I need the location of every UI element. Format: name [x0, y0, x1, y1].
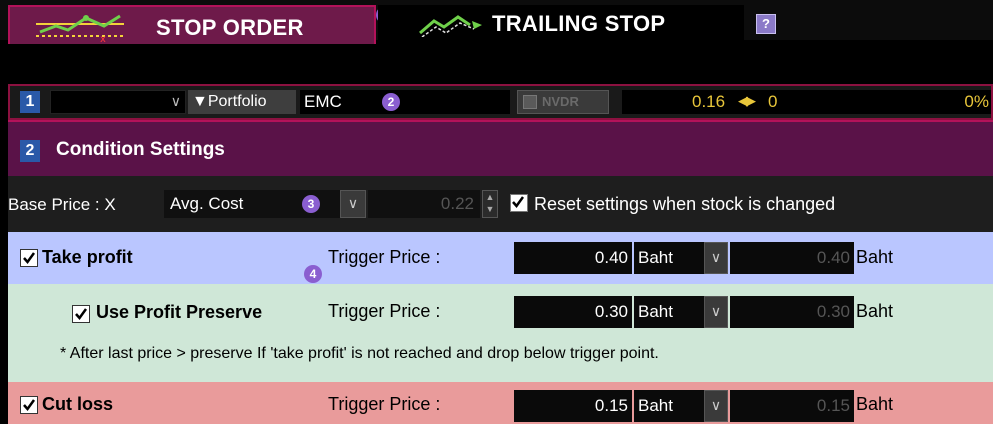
cut-loss-row: Cut loss Trigger Price : 0.15 Baht ∨ 0.1…: [8, 382, 993, 424]
tab-bar: x STOP ORDER 1 TRAILING STOP ?: [0, 0, 993, 44]
take-profit-row: Take profit Trigger Price : 0.40 Baht ∨ …: [8, 232, 993, 284]
quote-panel: 0.16 ◀▶ 0 0%: [622, 90, 991, 114]
section-number-2: 2: [20, 140, 40, 162]
chevron-down-icon: ∨: [170, 93, 181, 109]
trailing-stop-chart-icon: [419, 15, 482, 37]
percent-change: 0%: [964, 92, 989, 111]
tab-trailing-stop-label: TRAILING STOP: [492, 11, 666, 36]
cut-loss-unit-select[interactable]: Baht: [634, 390, 704, 422]
cut-loss-result-unit: Baht: [856, 394, 894, 414]
take-profit-price-input[interactable]: 0.40: [514, 242, 632, 274]
nvdr-toggle[interactable]: NVDR: [517, 90, 609, 114]
guide-badge-4: 4: [304, 265, 322, 283]
base-price-value[interactable]: 0.22: [368, 190, 480, 218]
stock-bar-inner: 1 ∨ ▼Portfolio EMC 2 NVDR 0.16 ◀▶ 0 0%: [10, 86, 991, 118]
reset-settings-label: Reset settings when stock is changed: [534, 194, 836, 214]
tab-stop-order[interactable]: x STOP ORDER: [8, 5, 376, 44]
cut-loss-trigger-label: Trigger Price :: [328, 394, 441, 414]
checkmark-icon: [23, 399, 36, 412]
stock-bar: 1 ∨ ▼Portfolio EMC 2 NVDR 0.16 ◀▶ 0 0%: [8, 84, 993, 120]
take-profit-checkbox[interactable]: [20, 249, 38, 267]
profit-preserve-note: * After last price > preserve If 'take p…: [60, 345, 659, 362]
condition-settings-title: Condition Settings: [56, 139, 225, 160]
profit-preserve-unit-select[interactable]: Baht: [634, 296, 704, 328]
guide-badge-3: 3: [302, 195, 320, 213]
cut-loss-label: Cut loss: [42, 394, 114, 414]
base-price-dropdown-button[interactable]: ∨: [340, 190, 366, 218]
profit-preserve-row: Use Profit Preserve Trigger Price : 0.30…: [8, 284, 993, 382]
take-profit-result-unit: Baht: [856, 247, 894, 267]
base-price-spinner[interactable]: ▲ ▼: [482, 190, 498, 218]
last-price: 0.16: [692, 92, 726, 111]
profit-preserve-price-input[interactable]: 0.30: [514, 296, 632, 328]
section-number-1: 1: [20, 91, 40, 113]
checkmark-icon: [23, 252, 36, 265]
take-profit-label: Take profit: [42, 247, 133, 267]
tab-trailing-stop[interactable]: TRAILING STOP: [378, 5, 744, 42]
checkmark-icon: [75, 308, 88, 321]
unchanged-arrows-icon: ◀▶: [738, 93, 756, 108]
portfolio-button[interactable]: ▼Portfolio: [188, 90, 296, 114]
nvdr-label: NVDR: [542, 94, 579, 109]
condition-settings-header: 2 Condition Settings: [8, 120, 993, 176]
take-profit-unit-select[interactable]: Baht: [634, 242, 704, 274]
price-change: 0: [768, 92, 778, 111]
profit-preserve-trigger-label: Trigger Price :: [328, 301, 441, 321]
base-price-label: Base Price : X: [8, 195, 116, 214]
tab-stop-order-label: STOP ORDER: [156, 15, 304, 40]
nvdr-checkbox[interactable]: [523, 95, 537, 109]
reset-settings-checkbox[interactable]: [510, 194, 528, 212]
stop-order-chart-icon: x: [36, 14, 124, 42]
chevron-down-icon: ∨: [710, 303, 722, 319]
account-select[interactable]: ∨: [50, 90, 186, 114]
help-button[interactable]: ?: [756, 14, 776, 34]
profit-preserve-unit-dropdown[interactable]: ∨: [704, 296, 728, 328]
cut-loss-checkbox[interactable]: [20, 396, 38, 414]
profit-preserve-result: 0.30: [730, 296, 854, 328]
take-profit-unit-dropdown[interactable]: ∨: [704, 242, 728, 274]
cut-loss-price-input[interactable]: 0.15: [514, 390, 632, 422]
profit-preserve-checkbox[interactable]: [72, 305, 90, 323]
cut-loss-result: 0.15: [730, 390, 854, 422]
spin-up-icon[interactable]: ▲: [483, 191, 497, 203]
checkmark-icon: [512, 196, 525, 209]
svg-text:x: x: [100, 34, 106, 42]
base-price-select[interactable]: Avg. Cost: [164, 190, 348, 218]
guide-badge-2: 2: [382, 93, 400, 111]
profit-preserve-label: Use Profit Preserve: [96, 302, 263, 322]
take-profit-trigger-label: Trigger Price :: [328, 247, 441, 267]
profit-preserve-result-unit: Baht: [856, 301, 894, 321]
base-price-row: Base Price : X Avg. Cost 3 ∨ 0.22 ▲ ▼ Re…: [8, 176, 993, 232]
chevron-down-icon: ∨: [710, 397, 722, 413]
chevron-down-icon: ∨: [347, 195, 359, 211]
chevron-down-icon: ∨: [710, 249, 722, 265]
take-profit-result: 0.40: [730, 242, 854, 274]
spin-down-icon[interactable]: ▼: [483, 203, 497, 215]
cut-loss-unit-dropdown[interactable]: ∨: [704, 390, 728, 422]
symbol-input[interactable]: EMC: [300, 90, 510, 114]
